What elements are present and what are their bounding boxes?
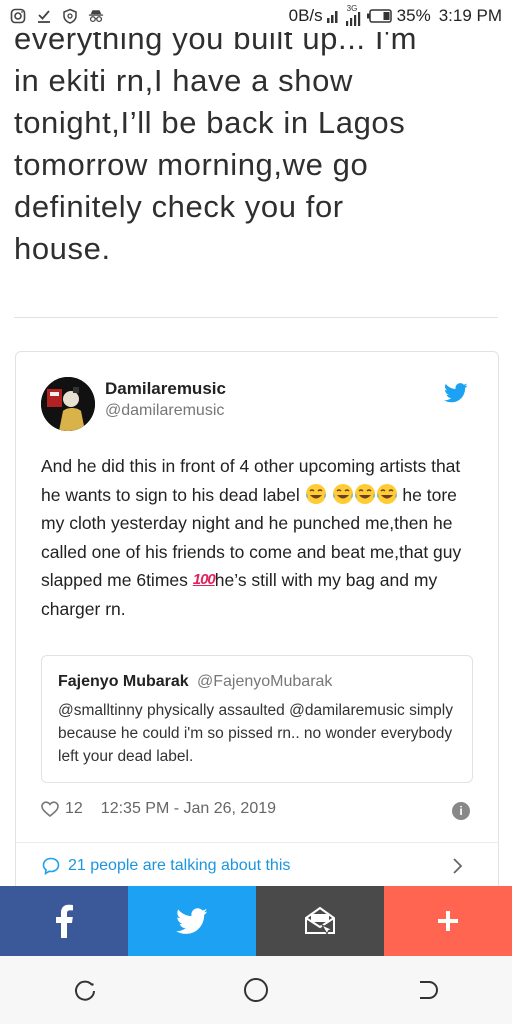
instagram-icon <box>10 8 26 24</box>
system-navigation-bar <box>0 956 512 1024</box>
back-icon <box>419 981 438 999</box>
more-share-button[interactable] <box>384 886 512 956</box>
network-speed: 0B/s <box>288 6 323 25</box>
twitter-bird-icon[interactable] <box>444 382 468 404</box>
tweet-author-name[interactable]: Damilaremusic <box>105 379 226 399</box>
hundred-points-emoji-icon: 100 <box>192 571 216 588</box>
email-share-button[interactable] <box>256 886 384 956</box>
tweet-meta: 12 12:35 PM - Jan 26, 2019 <box>41 800 276 818</box>
quoted-author-name: Fajenyo Mubarak <box>58 673 189 690</box>
status-bar-right: 0B/s 3G 35% 3:19 PM <box>288 4 512 27</box>
share-bar <box>0 886 512 956</box>
like-count[interactable]: 12 <box>65 800 83 818</box>
facebook-share-button[interactable] <box>0 886 128 956</box>
tweet-author-handle[interactable]: @damilaremusic <box>105 402 224 420</box>
tweet-text: And he did this in front of 4 other upco… <box>41 452 481 623</box>
plus-icon <box>438 911 458 931</box>
tweet-timestamp[interactable]: 12:35 PM - Jan 26, 2019 <box>101 800 276 818</box>
avatar[interactable] <box>41 377 95 431</box>
tears-of-joy-emoji-icon <box>332 483 354 505</box>
info-icon[interactable]: i <box>452 802 470 820</box>
chevron-right-icon[interactable] <box>450 857 464 875</box>
recent-apps-button[interactable] <box>65 970 105 1010</box>
tears-of-joy-emoji-icon <box>354 483 376 505</box>
embedded-tweet[interactable]: Damilaremusic @damilaremusic And he did … <box>15 351 499 893</box>
conversation-link[interactable]: 21 people are talking about this <box>42 857 290 875</box>
speech-bubble-icon <box>42 857 60 875</box>
signal-icon <box>326 8 341 24</box>
shield-icon <box>62 8 78 24</box>
recent-apps-icon <box>75 980 96 1001</box>
facebook-icon <box>56 904 73 938</box>
article-divider <box>14 317 498 318</box>
quoted-tweet-text: @smalltinny physically assaulted @damila… <box>58 702 453 765</box>
heart-icon[interactable] <box>41 801 59 817</box>
conversation-count[interactable]: 21 people are talking about this <box>68 857 290 875</box>
download-done-icon <box>36 8 52 24</box>
clock: 3:19 PM <box>438 6 502 25</box>
battery-icon <box>366 9 393 23</box>
status-bar-left <box>0 8 104 24</box>
article-paragraph: everything you built up... I'm in ekiti … <box>14 32 418 266</box>
tears-of-joy-emoji-icon <box>376 483 398 505</box>
quoted-author-handle: @FajenyoMubarak <box>197 673 333 690</box>
email-icon <box>305 906 335 936</box>
back-button[interactable] <box>407 970 447 1010</box>
article-body: everything you built up... I'm in ekiti … <box>0 32 512 312</box>
quoted-tweet[interactable]: Fajenyo Mubarak @FajenyoMubarak @smallti… <box>41 655 473 783</box>
network-type-icon: 3G <box>345 4 363 27</box>
incognito-icon <box>88 8 104 24</box>
home-circle-icon <box>243 978 268 1002</box>
home-button[interactable] <box>236 970 276 1010</box>
twitter-share-button[interactable] <box>128 886 256 956</box>
status-bar: 0B/s 3G 35% 3:19 PM <box>0 0 512 32</box>
battery-percent: 35% <box>396 6 431 25</box>
tweet-card-divider <box>16 842 498 843</box>
tears-of-joy-emoji-icon <box>305 483 327 505</box>
twitter-icon <box>176 907 208 934</box>
